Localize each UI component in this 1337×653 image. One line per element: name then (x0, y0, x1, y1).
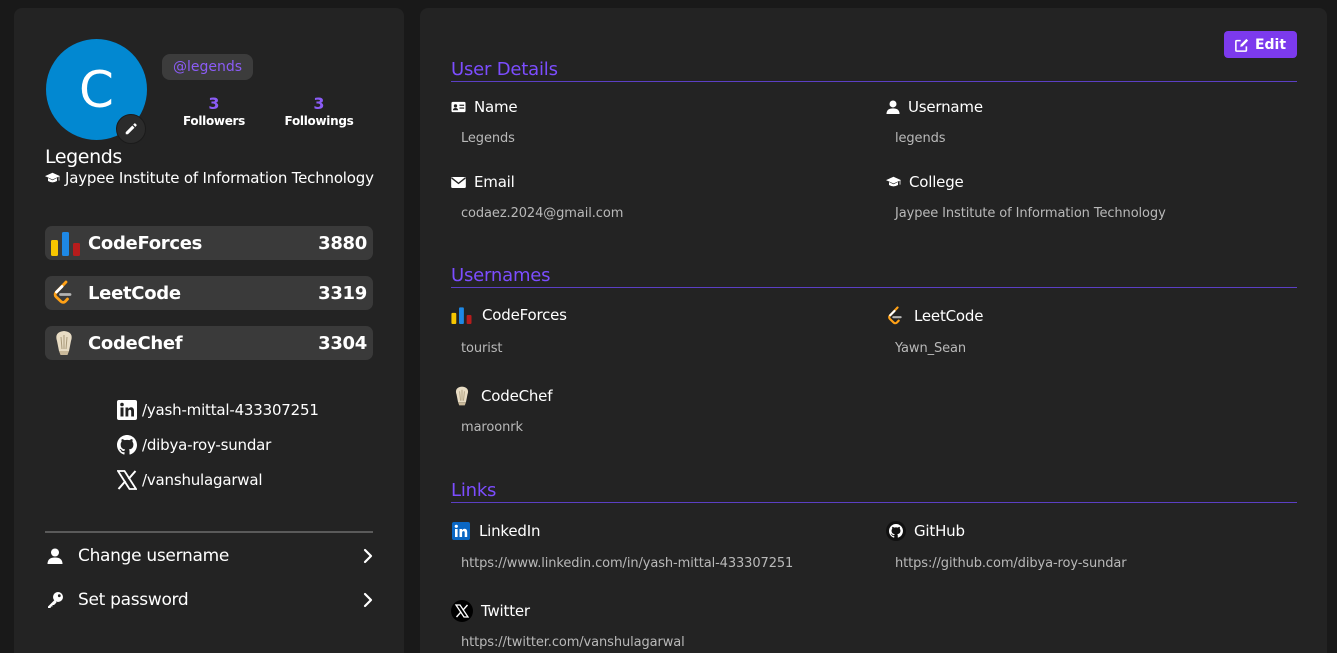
field-label-codechef: CodeChef (451, 385, 552, 407)
avatar-letter: C (79, 60, 114, 119)
field-value-codeforces: tourist (461, 341, 503, 356)
graduation-cap-icon (45, 172, 60, 184)
field-value-email: codaez.2024@gmail.com (461, 206, 624, 221)
section-title-links: Links (451, 480, 497, 501)
platform-row-codeforces[interactable]: CodeForces 3880 (45, 226, 373, 260)
profile-college: Jaypee Institute of Information Technolo… (45, 169, 374, 187)
social-twitter-text: /vanshulagarwal (142, 471, 263, 489)
field-label-text: LinkedIn (479, 522, 541, 540)
field-label-college: College (886, 173, 964, 191)
x-icon (451, 600, 473, 622)
chevron-right-icon (363, 548, 373, 564)
codechef-icon (51, 329, 83, 357)
section-title-user-details: User Details (451, 59, 558, 80)
field-value-codechef: maroonrk (461, 420, 523, 435)
linkedin-icon (451, 521, 471, 541)
leetcode-icon (886, 306, 906, 326)
graduation-cap-icon (886, 176, 901, 188)
social-linkedin-text: /yash-mittal-433307251 (142, 401, 319, 419)
followings-count: 3 (313, 94, 325, 113)
leetcode-icon (51, 279, 83, 307)
followers-count: 3 (208, 94, 220, 113)
field-label-text: CodeChef (481, 387, 553, 405)
profile-college-text: Jaypee Institute of Information Technolo… (65, 169, 374, 187)
edit-button[interactable]: Edit (1224, 31, 1297, 58)
field-label-github: GitHub (886, 521, 965, 541)
field-label-codeforces: CodeForces (451, 306, 567, 324)
section-divider (451, 502, 1297, 503)
social-github[interactable]: /dibya-roy-sundar (117, 435, 271, 455)
platform-row-leetcode[interactable]: LeetCode 3319 (45, 276, 373, 310)
field-label-email: Email (451, 173, 515, 191)
edit-icon (1235, 38, 1249, 52)
set-password-button[interactable]: Set password (45, 585, 373, 615)
field-label-name: Name (451, 98, 518, 116)
platform-score: 3304 (318, 332, 367, 354)
id-card-icon (451, 101, 466, 113)
pencil-icon (124, 122, 138, 136)
codechef-icon (451, 385, 473, 407)
followings-label: Followings (284, 114, 354, 128)
x-icon (117, 470, 137, 490)
field-label-text: LeetCode (914, 307, 984, 325)
details-panel: Edit User Details Name Legends Username … (420, 8, 1327, 653)
key-icon (45, 591, 65, 609)
set-password-label: Set password (78, 590, 189, 610)
platform-name: CodeForces (88, 232, 203, 254)
field-value-leetcode: Yawn_Sean (895, 341, 967, 356)
field-label-text: Name (474, 98, 518, 116)
field-value-name: Legends (461, 131, 515, 146)
user-icon (45, 548, 65, 564)
platform-score: 3319 (318, 282, 367, 304)
field-value-username: legends (895, 131, 946, 146)
field-label-text: Username (908, 98, 983, 116)
github-icon (886, 521, 906, 541)
field-label-text: College (909, 173, 964, 191)
platform-name: CodeChef (88, 332, 183, 354)
handle-badge: @legends (162, 54, 254, 80)
field-value-college: Jaypee Institute of Information Technolo… (895, 206, 1166, 221)
social-github-text: /dibya-roy-sundar (142, 436, 272, 454)
chevron-right-icon (363, 592, 373, 608)
codeforces-icon (51, 229, 83, 257)
avatar-edit-button[interactable] (116, 114, 146, 144)
platform-name: LeetCode (88, 282, 181, 304)
field-value-github[interactable]: https://github.com/dibya-roy-sundar (895, 556, 1127, 571)
field-label-username: Username (886, 98, 983, 116)
field-label-text: GitHub (914, 522, 965, 540)
followers-stat[interactable]: 3 Followers (174, 94, 254, 128)
platform-score: 3880 (318, 232, 367, 254)
edit-label: Edit (1254, 36, 1287, 53)
followers-label: Followers (182, 114, 245, 128)
change-username-label: Change username (78, 546, 229, 566)
social-linkedin[interactable]: /yash-mittal-433307251 (117, 400, 319, 420)
field-label-twitter: Twitter (451, 600, 530, 622)
linkedin-icon (117, 400, 137, 420)
user-icon (886, 100, 900, 114)
profile-name: Legends (45, 146, 122, 168)
followings-stat[interactable]: 3 Followings (279, 94, 359, 128)
divider (45, 531, 373, 533)
field-label-leetcode: LeetCode (886, 306, 983, 326)
section-divider (451, 287, 1297, 288)
field-label-text: Twitter (481, 602, 530, 620)
section-title-usernames: Usernames (451, 265, 551, 286)
social-twitter[interactable]: /vanshulagarwal (117, 470, 263, 490)
field-value-twitter[interactable]: https://twitter.com/vanshulagarwal (461, 635, 685, 650)
field-value-linkedin[interactable]: https://www.linkedin.com/in/yash-mittal-… (461, 556, 793, 571)
profile-sidebar: C @legends 3 Followers 3 Followings Lege… (14, 8, 404, 653)
section-divider (451, 81, 1297, 82)
github-icon (117, 435, 137, 455)
envelope-icon (451, 176, 466, 188)
field-label-linkedin: LinkedIn (451, 521, 540, 541)
field-label-text: CodeForces (482, 306, 567, 324)
platform-row-codechef[interactable]: CodeChef 3304 (45, 326, 373, 360)
codeforces-icon (451, 306, 474, 324)
change-username-button[interactable]: Change username (45, 541, 373, 571)
field-label-text: Email (474, 173, 515, 191)
